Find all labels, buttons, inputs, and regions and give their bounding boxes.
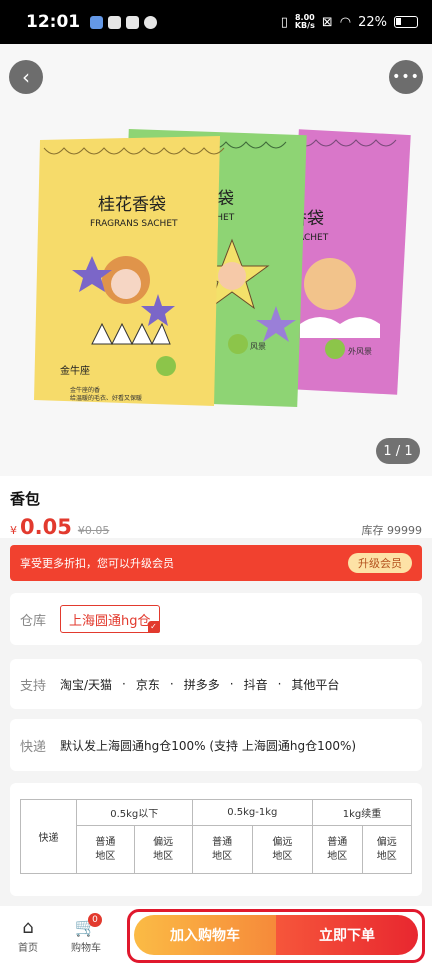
cart-badge: 0	[88, 912, 102, 927]
shipping-table: 快递 0.5kg以下 0.5kg-1kg 1kg续重 普通 地区 偏远 地区 普…	[20, 799, 412, 874]
green-tag: 风景	[250, 342, 266, 351]
bottom-action-bar: ⌂ 首页 🛒 0 购物车 加入购物车 立即下单	[0, 906, 432, 964]
express-text: 默认发上海圆通hg仓100% (支持 上海圆通hg仓100%)	[60, 738, 357, 753]
express-label: 快递	[20, 739, 47, 755]
current-price: 0.05	[20, 515, 72, 539]
separator: ·	[122, 677, 126, 691]
status-app-icons	[90, 15, 158, 29]
more-button[interactable]: •••	[389, 60, 423, 94]
status-right: ▯ 8.00 KB/s ⊠ ◠ 22%	[281, 14, 418, 30]
app-notification-icon	[90, 15, 104, 29]
cart-label: 购物车	[71, 942, 101, 954]
separator: ·	[277, 677, 282, 691]
buy-now-button[interactable]: 立即下单	[276, 915, 418, 955]
platform-item: 抖音	[243, 677, 268, 692]
platform-item: 淘宝/天猫	[60, 677, 113, 692]
status-bar: 12:01 ▯ 8.00 KB/s ⊠ ◠ 22%	[0, 0, 432, 44]
net-speed-unit: KB/s	[294, 21, 315, 30]
cart-nav-item[interactable]: 🛒 0 购物车	[60, 912, 112, 954]
region-cell: 偏远 地区	[361, 825, 412, 874]
platform-item: 其他平台	[291, 677, 340, 692]
separator: ·	[229, 677, 234, 691]
product-title: 香包	[10, 490, 41, 508]
tier-header: 0.5kg-1kg	[191, 799, 314, 826]
back-button[interactable]: ‹	[9, 60, 43, 94]
platform-item: 京东	[135, 677, 160, 692]
stock-count: 库存 99999	[361, 524, 423, 537]
express-card: 快递 默认发上海圆通hg仓100% (支持 上海圆通hg仓100%)	[10, 719, 422, 771]
yellow-zodiac: 金牛座	[60, 364, 90, 377]
home-icon: ⌂	[22, 916, 34, 938]
original-price: ¥0.05	[77, 524, 110, 537]
promo-text: 享受更多折扣，您可以升级会员	[20, 557, 174, 570]
platform-list: 淘宝/天猫 · 京东 · 拼多多 · 抖音 · 其他平台	[60, 676, 339, 693]
price-row: ¥ 0.05 ¥0.05 库存 99999	[10, 515, 422, 539]
support-card: 支持 淘宝/天猫 · 京东 · 拼多多 · 抖音 · 其他平台	[10, 659, 422, 709]
region-cell: 偏远 地区	[133, 825, 193, 874]
yellow-title: 桂花香袋	[98, 195, 166, 215]
message-icon	[126, 15, 140, 29]
support-label: 支持	[20, 678, 47, 694]
member-promo-banner: 享受更多折扣，您可以升级会员 升级会员	[10, 545, 422, 581]
image-page-indicator: 1 / 1	[376, 438, 420, 464]
warehouse-option[interactable]: 上海圆通hg仓	[60, 605, 160, 633]
yellow-desc-2: 给温暖的毛衣、好看又保暖	[70, 394, 142, 402]
sim-icon: ⊠	[321, 14, 333, 30]
shipping-row-header: 快递	[20, 799, 77, 874]
yellow-desc-1: 金牛座的香	[70, 386, 100, 394]
chevron-left-icon: ‹	[22, 65, 30, 89]
tier-header: 0.5kg以下	[76, 799, 193, 826]
yellow-sachet: 桂花香袋 FRAGRANS SACHET 金牛座 金牛座的香 给温暖的毛衣、好看…	[34, 136, 225, 406]
wechat-icon	[108, 15, 122, 29]
region-cell: 偏远 地区	[251, 825, 314, 874]
status-time: 12:01	[26, 12, 81, 32]
shipping-fee-card: 快递 0.5kg以下 0.5kg-1kg 1kg续重 普通 地区 偏远 地区 普…	[10, 783, 422, 896]
pink-tag: 外风景	[348, 346, 372, 356]
vibrate-icon: ▯	[280, 14, 288, 30]
region-cell: 普通 地区	[191, 825, 253, 874]
app-icon	[144, 15, 158, 29]
platform-item: 拼多多	[183, 677, 220, 692]
battery-text: 22%	[358, 14, 387, 30]
net-speed: 8.00 KB/s	[295, 14, 315, 30]
warehouse-card: 仓库 上海圆通hg仓	[10, 593, 422, 645]
tier-header: 1kg续重	[312, 799, 412, 826]
more-dots-icon: •••	[392, 69, 420, 85]
home-label: 首页	[18, 942, 38, 954]
product-info: 香包 ¥ 0.05 ¥0.05 库存 99999	[0, 476, 432, 539]
warehouse-label: 仓库	[20, 613, 47, 629]
separator: ·	[169, 677, 174, 691]
add-to-cart-button[interactable]: 加入购物车	[134, 915, 276, 955]
battery-icon	[394, 16, 418, 28]
wifi-icon: ◠	[339, 14, 352, 30]
home-nav-item[interactable]: ⌂ 首页	[2, 917, 54, 954]
cta-buttons: 加入购物车 立即下单	[134, 915, 418, 955]
product-photo: 香袋 ACHET 外风景 香袋 CHET 风景 桂花香袋 FRAGRANS SA…	[34, 128, 411, 408]
currency-symbol: ¥	[10, 524, 17, 537]
region-cell: 普通 地区	[76, 825, 135, 874]
region-cell: 普通 地区	[312, 825, 363, 874]
product-image-carousel[interactable]: 香袋 ACHET 外风景 香袋 CHET 风景 桂花香袋 FRAGRANS SA…	[0, 44, 432, 476]
upgrade-member-button[interactable]: 升级会员	[348, 553, 412, 573]
yellow-en: FRAGRANS SACHET	[90, 219, 178, 229]
